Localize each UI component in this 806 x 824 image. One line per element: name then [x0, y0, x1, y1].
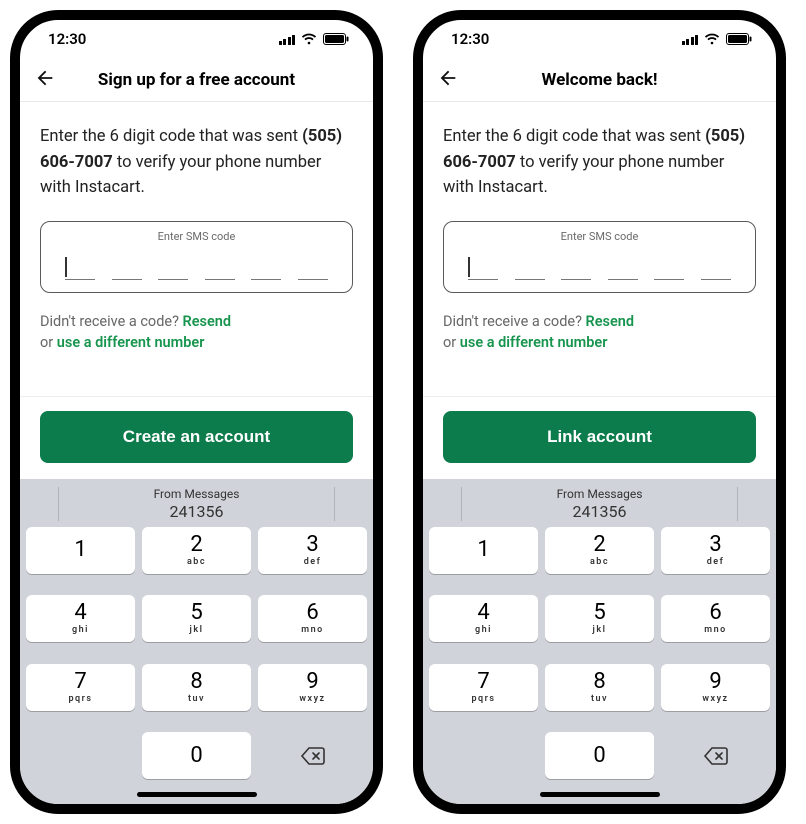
key-blank: [429, 732, 538, 779]
instruction-text: Enter the 6 digit code that was sent (50…: [40, 124, 353, 201]
cta-area: Link account: [423, 396, 776, 479]
signal-icon: [682, 34, 699, 45]
different-number-link[interactable]: use a different number: [57, 334, 205, 351]
status-time: 12:30: [451, 30, 489, 48]
sms-code-label: Enter SMS code: [53, 230, 340, 243]
key-5[interactable]: 5jkl: [545, 595, 654, 642]
key-8[interactable]: 8tuv: [545, 664, 654, 711]
different-number-link[interactable]: use a different number: [460, 334, 608, 351]
signal-icon: [279, 34, 296, 45]
keypad-grid: 1 2abc 3def 4ghi 5jkl 6mno 7pqrs 8tuv 9w…: [26, 527, 367, 794]
sms-code-input[interactable]: Enter SMS code: [443, 221, 756, 293]
back-button[interactable]: [34, 67, 56, 93]
battery-icon: [726, 33, 752, 45]
numeric-keyboard: From Messages 241356 1 2abc 3def 4ghi 5j…: [423, 479, 776, 804]
wifi-icon: [704, 33, 720, 45]
nav-bar: Sign up for a free account: [20, 58, 373, 102]
key-7[interactable]: 7pqrs: [429, 664, 538, 711]
status-icons: [682, 33, 753, 45]
page-title: Sign up for a free account: [20, 70, 373, 90]
resend-link[interactable]: Resend: [586, 313, 635, 330]
sms-code-input[interactable]: Enter SMS code: [40, 221, 353, 293]
key-1[interactable]: 1: [429, 527, 538, 574]
sms-code-slots: [456, 249, 743, 286]
text-caret: [65, 257, 67, 277]
key-8[interactable]: 8tuv: [142, 664, 251, 711]
resend-block: Didn't receive a code? Resend or use a d…: [40, 311, 353, 355]
key-4[interactable]: 4ghi: [429, 595, 538, 642]
key-6[interactable]: 6mno: [661, 595, 770, 642]
create-account-button[interactable]: Create an account: [40, 411, 353, 463]
sms-code-slots: [53, 249, 340, 286]
resend-block: Didn't receive a code? Resend or use a d…: [443, 311, 756, 355]
key-3[interactable]: 3def: [258, 527, 367, 574]
key-7[interactable]: 7pqrs: [26, 664, 135, 711]
autofill-suggestion[interactable]: From Messages 241356: [429, 485, 770, 527]
home-indicator[interactable]: [540, 792, 660, 797]
key-backspace[interactable]: [258, 732, 367, 779]
instruction-text: Enter the 6 digit code that was sent (50…: [443, 124, 756, 201]
key-2[interactable]: 2abc: [142, 527, 251, 574]
resend-link[interactable]: Resend: [183, 313, 232, 330]
status-icons: [279, 33, 350, 45]
content-area: Enter the 6 digit code that was sent (50…: [20, 102, 373, 354]
back-button[interactable]: [437, 67, 459, 93]
content-area: Enter the 6 digit code that was sent (50…: [423, 102, 776, 354]
key-2[interactable]: 2abc: [545, 527, 654, 574]
link-account-button[interactable]: Link account: [443, 411, 756, 463]
phone-screen-signup: 12:30 Sign up for a free account Enter t…: [10, 10, 383, 814]
sms-code-label: Enter SMS code: [456, 230, 743, 243]
text-caret: [468, 257, 470, 277]
nav-bar: Welcome back!: [423, 58, 776, 102]
key-0[interactable]: 0: [545, 732, 654, 779]
backspace-icon: [703, 746, 729, 766]
key-blank: [26, 732, 135, 779]
autofill-suggestion[interactable]: From Messages 241356: [26, 485, 367, 527]
numeric-keyboard: From Messages 241356 1 2abc 3def 4ghi 5j…: [20, 479, 373, 804]
key-1[interactable]: 1: [26, 527, 135, 574]
key-4[interactable]: 4ghi: [26, 595, 135, 642]
key-backspace[interactable]: [661, 732, 770, 779]
status-bar: 12:30: [20, 20, 373, 58]
backspace-icon: [300, 746, 326, 766]
cta-area: Create an account: [20, 396, 373, 479]
phone-screen-welcome: 12:30 Welcome back! Enter the 6 digit co…: [413, 10, 786, 814]
wifi-icon: [301, 33, 317, 45]
key-9[interactable]: 9wxyz: [258, 664, 367, 711]
key-0[interactable]: 0: [142, 732, 251, 779]
key-6[interactable]: 6mno: [258, 595, 367, 642]
keypad-grid: 1 2abc 3def 4ghi 5jkl 6mno 7pqrs 8tuv 9w…: [429, 527, 770, 794]
key-5[interactable]: 5jkl: [142, 595, 251, 642]
battery-icon: [323, 33, 349, 45]
key-3[interactable]: 3def: [661, 527, 770, 574]
home-indicator[interactable]: [137, 792, 257, 797]
page-title: Welcome back!: [423, 70, 776, 90]
status-time: 12:30: [48, 30, 86, 48]
key-9[interactable]: 9wxyz: [661, 664, 770, 711]
status-bar: 12:30: [423, 20, 776, 58]
